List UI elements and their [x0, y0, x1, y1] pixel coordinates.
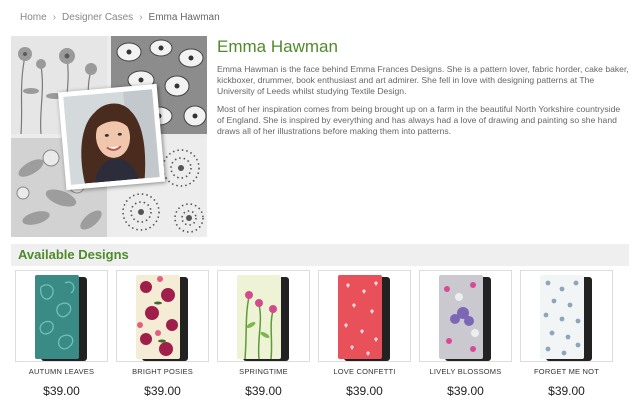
- designer-profile-photo: [57, 83, 166, 191]
- designer-page: Home › Designer Cases › Emma Hawman Emma…: [0, 0, 640, 402]
- product-image[interactable]: [318, 270, 411, 362]
- designer-name: Emma Hawman: [217, 37, 338, 56]
- phone-case-autumn-leaves: [35, 275, 87, 361]
- chevron-right-icon: ›: [139, 12, 143, 23]
- breadcrumb-home[interactable]: Home: [20, 12, 47, 23]
- product-card[interactable]: SPRINGTIME $39.00: [217, 270, 310, 400]
- product-grid: AUTUMN LEAVES $39.00 BRIGHT POSIES $39.0…: [15, 270, 615, 400]
- product-card[interactable]: LOVE CONFETTI $39.00: [318, 270, 411, 400]
- product-image[interactable]: [520, 270, 613, 362]
- designer-pattern-collage: [11, 36, 207, 237]
- phone-case-springtime: [237, 275, 289, 361]
- product-name[interactable]: LIVELY BLOSSOMS: [419, 367, 512, 376]
- phone-case-forget-me-not: [540, 275, 592, 361]
- breadcrumb: Home › Designer Cases › Emma Hawman: [20, 12, 220, 23]
- phone-case-lively-blossoms: [439, 275, 491, 361]
- product-price: $39.00: [144, 384, 181, 398]
- bio-paragraph: Emma Hawman is the face behind Emma Fran…: [217, 64, 629, 96]
- bio-paragraph: Most of her inspiration comes from being…: [217, 104, 621, 136]
- product-name[interactable]: SPRINGTIME: [217, 367, 310, 376]
- available-designs-header: Available Designs: [11, 244, 629, 266]
- product-name[interactable]: FORGET ME NOT: [520, 367, 613, 376]
- chevron-right-icon: ›: [52, 12, 57, 23]
- product-price: $39.00: [346, 384, 383, 398]
- product-image[interactable]: [419, 270, 512, 362]
- product-image[interactable]: [217, 270, 310, 362]
- designer-bio: Emma Hawman is the face behind Emma Fran…: [217, 64, 629, 144]
- product-price: $39.00: [43, 384, 80, 398]
- product-card[interactable]: BRIGHT POSIES $39.00: [116, 270, 209, 400]
- product-card[interactable]: AUTUMN LEAVES $39.00: [15, 270, 108, 400]
- phone-case-love-confetti: [338, 275, 390, 361]
- product-name[interactable]: BRIGHT POSIES: [116, 367, 209, 376]
- product-image[interactable]: [116, 270, 209, 362]
- product-price: $39.00: [548, 384, 585, 398]
- product-name[interactable]: AUTUMN LEAVES: [15, 367, 108, 376]
- product-name[interactable]: LOVE CONFETTI: [318, 367, 411, 376]
- product-image[interactable]: [15, 270, 108, 362]
- breadcrumb-designer-cases[interactable]: Designer Cases: [62, 12, 133, 23]
- available-designs-title: Available Designs: [18, 247, 129, 262]
- product-card[interactable]: LIVELY BLOSSOMS $39.00: [419, 270, 512, 400]
- product-price: $39.00: [245, 384, 282, 398]
- product-card[interactable]: FORGET ME NOT $39.00: [520, 270, 613, 400]
- phone-case-bright-posies: [136, 275, 188, 361]
- breadcrumb-current: Emma Hawman: [148, 12, 220, 23]
- product-price: $39.00: [447, 384, 484, 398]
